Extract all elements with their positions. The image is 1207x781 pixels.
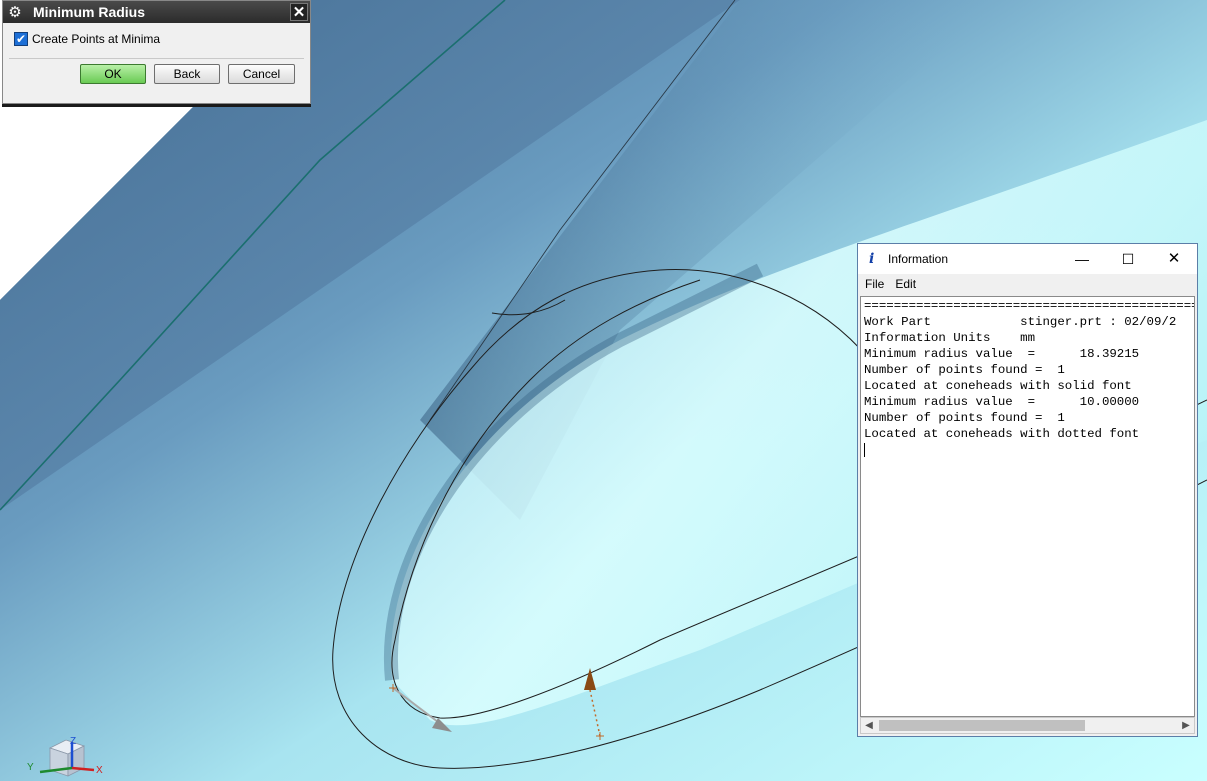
dialog-titlebar[interactable]: ⚙ Minimum Radius ✕ [3,1,310,23]
ok-button[interactable]: OK [80,64,146,84]
create-points-option[interactable]: ✔ Create Points at Minima [14,32,160,46]
info-line: Minimum radius value = 18.39215 [864,347,1140,361]
info-line: Work Part stinger.prt : 02/09/2 [864,315,1177,329]
triad-y-label: Y [27,762,34,773]
scrollbar-thumb[interactable] [879,720,1085,731]
info-line: Minimum radius value = 10.00000 [864,395,1140,409]
back-button[interactable]: Back [154,64,220,84]
text-caret [864,442,865,457]
menu-file[interactable]: File [865,277,884,291]
info-line: ========================================… [864,299,1195,313]
triad-x-label: X [96,765,103,776]
info-menubar: File Edit [858,274,1197,294]
info-line: Information Units mm [864,331,1036,345]
menu-edit[interactable]: Edit [895,277,916,291]
gear-icon[interactable]: ⚙ [5,2,25,22]
info-icon: i [869,251,875,267]
info-line: Located at coneheads with dotted font [864,427,1140,441]
info-line: Number of points found = 1 [864,363,1065,377]
info-text-area[interactable]: ========================================… [860,296,1195,717]
scroll-left-icon[interactable]: ◀ [861,718,877,733]
info-line: Number of points found = 1 [864,411,1065,425]
scroll-right-icon[interactable]: ▶ [1178,718,1194,733]
maximize-icon[interactable]: ☐ [1105,244,1151,274]
minimum-radius-dialog[interactable]: ⚙ Minimum Radius ✕ ✔ Create Points at Mi… [2,0,311,104]
divider [9,58,304,59]
close-icon[interactable]: ✕ [290,3,308,21]
cancel-button[interactable]: Cancel [228,64,295,84]
dialog-title: Minimum Radius [33,4,146,20]
triad-z-label: Z [70,736,76,747]
info-titlebar[interactable]: i Information — ☐ ✕ [858,244,1197,274]
info-line: Located at coneheads with solid font [864,379,1132,393]
close-icon[interactable]: ✕ [1151,244,1197,274]
horizontal-scrollbar[interactable]: ◀ ▶ [860,717,1195,734]
information-window[interactable]: i Information — ☐ ✕ File Edit ==========… [857,243,1198,737]
minimize-icon[interactable]: — [1059,244,1105,274]
info-title: Information [888,252,949,266]
info-text: ========================================… [861,297,1194,458]
create-points-label: Create Points at Minima [32,32,161,46]
create-points-checkbox[interactable]: ✔ [14,32,28,46]
